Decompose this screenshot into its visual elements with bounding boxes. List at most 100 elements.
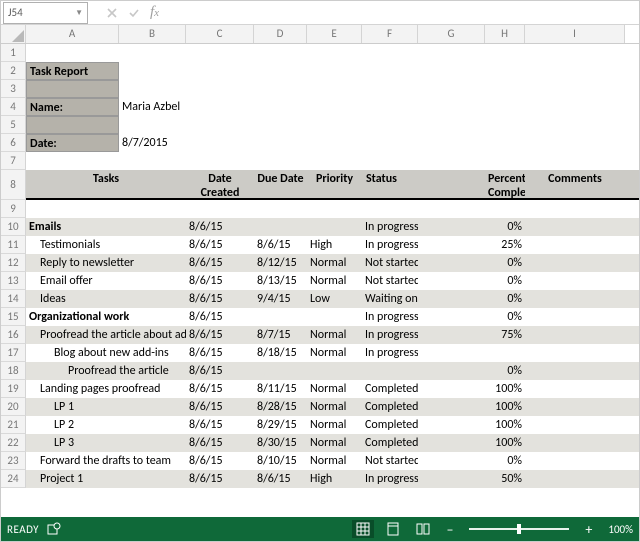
cell[interactable]: [119, 152, 186, 170]
cell[interactable]: 8/30/15: [254, 434, 307, 452]
col-header[interactable]: E: [307, 25, 362, 43]
cell[interactable]: [418, 344, 525, 362]
task-cell[interactable]: Ideas: [26, 290, 186, 308]
cell[interactable]: 8/6/15: [186, 254, 254, 272]
cell[interactable]: [307, 80, 362, 98]
cell[interactable]: [26, 44, 119, 62]
cell[interactable]: Completed: [362, 380, 418, 398]
cell[interactable]: 8/6/15: [186, 434, 254, 452]
row-header[interactable]: 5: [1, 116, 26, 134]
cell[interactable]: 8/6/15: [186, 272, 254, 290]
col-header[interactable]: I: [525, 25, 625, 43]
cell[interactable]: In progress: [362, 218, 418, 236]
cell[interactable]: [254, 116, 307, 134]
cell[interactable]: 8/6/15: [186, 326, 254, 344]
cell[interactable]: Completed: [362, 398, 418, 416]
task-cell[interactable]: Proofread the article: [26, 362, 186, 380]
cell[interactable]: 8/6/15: [186, 344, 254, 362]
cell[interactable]: [307, 362, 362, 380]
cell[interactable]: [525, 200, 625, 218]
table-header[interactable]: Due Date: [254, 170, 307, 198]
cell[interactable]: [362, 44, 418, 62]
cell[interactable]: [26, 200, 119, 218]
cell[interactable]: [525, 434, 625, 452]
cell[interactable]: [525, 218, 625, 236]
table-header[interactable]: Percent Complete: [485, 170, 525, 198]
cell[interactable]: [362, 62, 418, 80]
cell[interactable]: [525, 344, 625, 362]
cell[interactable]: [525, 80, 625, 98]
row-header[interactable]: 14: [1, 290, 26, 308]
cell[interactable]: [362, 116, 418, 134]
cell[interactable]: [525, 398, 625, 416]
cell[interactable]: [525, 116, 625, 134]
task-cell[interactable]: Landing pages proofread: [26, 380, 186, 398]
cell[interactable]: [525, 254, 625, 272]
cell[interactable]: [525, 290, 625, 308]
cell[interactable]: [119, 80, 186, 98]
cell[interactable]: [525, 470, 625, 488]
cell[interactable]: [485, 98, 525, 116]
cell[interactable]: [418, 98, 485, 116]
cell[interactable]: In progress: [362, 308, 418, 326]
cell[interactable]: 8/10/15: [254, 452, 307, 470]
cell[interactable]: [307, 134, 362, 152]
cell[interactable]: Not started: [362, 272, 418, 290]
col-header[interactable]: D: [254, 25, 307, 43]
cell[interactable]: [485, 152, 525, 170]
cell[interactable]: [254, 134, 307, 152]
zoom-slider[interactable]: [469, 528, 569, 530]
cell[interactable]: [362, 80, 418, 98]
task-cell[interactable]: Reply to newsletter: [26, 254, 186, 272]
cell[interactable]: [418, 80, 485, 98]
cell[interactable]: [525, 236, 625, 254]
row-header[interactable]: 17: [1, 344, 26, 362]
col-header[interactable]: B: [119, 25, 186, 43]
cell[interactable]: In progress: [362, 326, 418, 344]
name-label[interactable]: Name:: [26, 98, 119, 116]
cell[interactable]: [254, 62, 307, 80]
cell[interactable]: [525, 272, 625, 290]
cell[interactable]: 8/6/15: [186, 380, 254, 398]
cell[interactable]: [119, 116, 186, 134]
cell[interactable]: [525, 416, 625, 434]
zoom-out-button[interactable]: –: [442, 521, 457, 538]
cell[interactable]: 8/11/15: [254, 380, 307, 398]
cell[interactable]: 100%: [418, 434, 525, 452]
select-all-corner[interactable]: [1, 25, 26, 43]
cell[interactable]: [418, 44, 485, 62]
task-cell[interactable]: Email offer: [26, 272, 186, 290]
cell[interactable]: Normal: [307, 416, 362, 434]
task-cell[interactable]: LP 1: [26, 398, 186, 416]
cell[interactable]: [254, 308, 307, 326]
cell[interactable]: 9/4/15: [254, 290, 307, 308]
cell[interactable]: [186, 80, 254, 98]
cell[interactable]: [307, 116, 362, 134]
cell[interactable]: 0%: [418, 290, 525, 308]
cell[interactable]: [307, 308, 362, 326]
row-header[interactable]: 20: [1, 398, 26, 416]
cell[interactable]: In progress: [362, 236, 418, 254]
table-header[interactable]: Status: [362, 170, 418, 198]
zoom-percent[interactable]: 100%: [608, 523, 633, 536]
task-cell[interactable]: LP 2: [26, 416, 186, 434]
cell[interactable]: 8/6/15: [186, 470, 254, 488]
cell[interactable]: 8/12/15: [254, 254, 307, 272]
row-header[interactable]: 11: [1, 236, 26, 254]
cell[interactable]: [26, 116, 119, 134]
cell[interactable]: [362, 152, 418, 170]
cell[interactable]: [485, 116, 525, 134]
cell[interactable]: [525, 152, 625, 170]
table-header[interactable]: Priority: [307, 170, 362, 198]
cell[interactable]: 8/29/15: [254, 416, 307, 434]
cell[interactable]: In progress: [362, 470, 418, 488]
row-header[interactable]: 15: [1, 308, 26, 326]
cell[interactable]: High: [307, 470, 362, 488]
cell[interactable]: 8/6/15: [254, 236, 307, 254]
cell[interactable]: Completed: [362, 434, 418, 452]
cell[interactable]: Normal: [307, 434, 362, 452]
cell[interactable]: Normal: [307, 452, 362, 470]
cell[interactable]: [418, 134, 485, 152]
row-header[interactable]: 22: [1, 434, 26, 452]
row-header[interactable]: 23: [1, 452, 26, 470]
